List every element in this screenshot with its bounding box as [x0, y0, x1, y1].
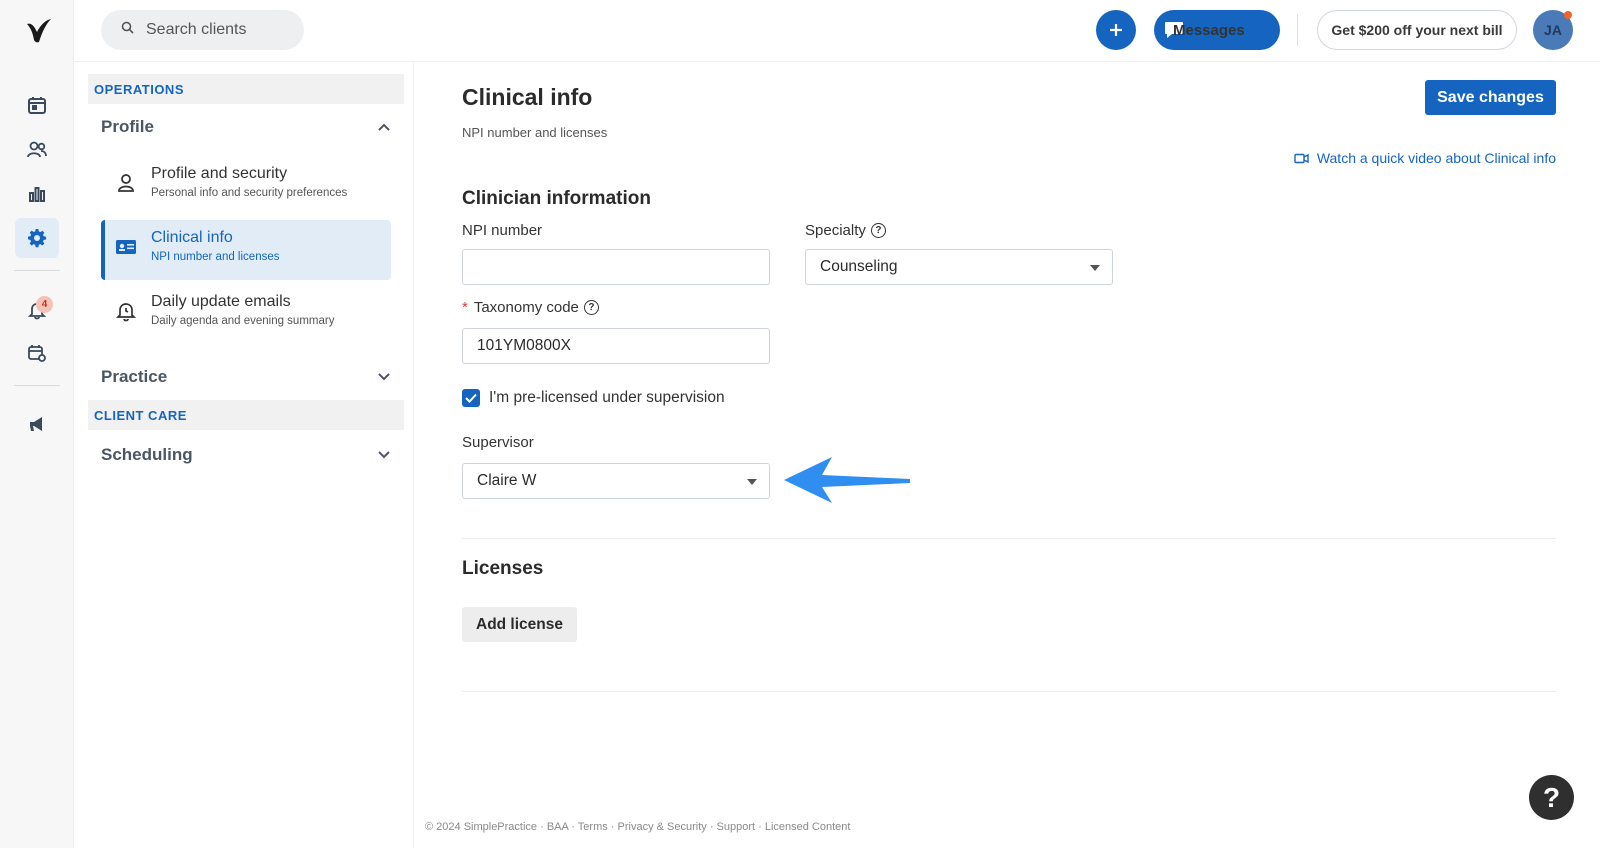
settings-gear-icon[interactable]	[15, 218, 59, 258]
sidebar-item-desc: Personal info and security preferences	[151, 187, 348, 199]
messages-button[interactable]: Messages	[1154, 10, 1280, 50]
watch-video-label: Watch a quick video about Clinical info	[1316, 150, 1556, 166]
save-changes-button[interactable]: Save changes	[1425, 80, 1556, 115]
sidebar-item-desc: NPI number and licenses	[151, 251, 280, 263]
main-content: Clinical info NPI number and licenses Sa…	[414, 62, 1600, 848]
sidebar-item-profile-and-security[interactable]: Profile and security Personal info and s…	[101, 156, 391, 216]
profile-group-label: Profile	[101, 117, 154, 136]
sidebar-item-desc: Daily agenda and evening summary	[151, 315, 335, 327]
watch-video-link[interactable]: Watch a quick video about Clinical info	[1294, 150, 1556, 166]
video-camera-icon	[1294, 153, 1309, 163]
plus-icon	[1110, 24, 1122, 36]
help-question-icon[interactable]: ?	[583, 300, 599, 315]
user-avatar[interactable]: JA	[1533, 10, 1573, 50]
notifications-bell-icon[interactable]	[15, 290, 59, 330]
megaphone-icon[interactable]	[15, 404, 59, 444]
profile-group-toggle[interactable]: Profile	[101, 114, 391, 140]
clients-icon[interactable]	[15, 130, 59, 170]
npi-number-label: NPI number	[462, 222, 543, 239]
supervisor-select[interactable]: Claire W	[462, 463, 770, 499]
promo-button[interactable]: Get $200 off your next bill	[1317, 10, 1517, 50]
sidebar-item-title: Daily update emails	[151, 293, 291, 310]
settings-sidebar: OPERATIONS Profile Profile and security …	[74, 62, 414, 848]
page-subtitle: NPI number and licenses	[462, 125, 608, 140]
scheduling-group-toggle[interactable]: Scheduling	[101, 442, 391, 468]
sidebar-item-title: Profile and security	[151, 165, 288, 182]
page-title: Clinical info	[462, 84, 593, 110]
messages-label: Messages	[1173, 21, 1245, 39]
taxonomy-code-field[interactable]: 101YM0800X	[462, 328, 770, 364]
sidebar-item-title: Clinical info	[151, 229, 233, 246]
client-care-section-header: CLIENT CARE	[88, 400, 404, 430]
required-asterisk: *	[462, 299, 468, 316]
scheduling-group-label: Scheduling	[101, 445, 193, 464]
annotation-arrow-icon	[782, 455, 912, 510]
person-icon	[115, 172, 137, 194]
status-dot	[1564, 11, 1572, 19]
chevron-down-icon	[378, 451, 390, 459]
notification-badge: 4	[36, 296, 53, 313]
add-new-button[interactable]	[1096, 10, 1136, 50]
bell-clock-icon	[115, 300, 137, 322]
supervisor-label: Supervisor	[462, 434, 534, 451]
rail-divider	[14, 385, 60, 386]
add-license-button[interactable]: Add license	[462, 607, 577, 642]
specialty-label: Specialty ?	[805, 222, 886, 239]
footer-links[interactable]: © 2024 SimplePractice · BAA · Terms · Pr…	[425, 821, 850, 833]
help-question-icon[interactable]: ?	[870, 223, 886, 238]
help-button[interactable]: ?	[1529, 775, 1574, 820]
simplepractice-logo-icon[interactable]	[24, 18, 54, 46]
section-divider	[462, 691, 1556, 692]
clinician-information-heading: Clinician information	[462, 188, 651, 209]
chevron-down-icon	[378, 373, 390, 381]
calendar-icon[interactable]	[15, 85, 59, 125]
search-icon	[121, 21, 134, 39]
search-input[interactable]	[146, 21, 296, 39]
pre-licensed-checkbox[interactable]	[462, 389, 480, 407]
specialty-select[interactable]: Counseling	[805, 249, 1113, 285]
question-mark-icon: ?	[1542, 781, 1561, 813]
operations-section-header: OPERATIONS	[88, 74, 404, 104]
chevron-up-icon	[378, 123, 390, 131]
licenses-heading: Licenses	[462, 558, 544, 579]
pre-licensed-label[interactable]: I'm pre-licensed under supervision	[489, 389, 725, 407]
header-divider	[1297, 14, 1298, 46]
practice-group-label: Practice	[101, 367, 168, 386]
calendar-settings-icon[interactable]	[15, 333, 59, 373]
search-bar[interactable]	[101, 10, 304, 50]
section-divider	[462, 538, 1556, 539]
avatar-initials: JA	[1544, 22, 1562, 38]
analytics-icon[interactable]	[15, 174, 59, 214]
sidebar-item-daily-update-emails[interactable]: Daily update emails Daily agenda and eve…	[101, 284, 391, 344]
npi-number-field[interactable]	[462, 249, 770, 285]
icon-rail: 4	[0, 0, 74, 848]
taxonomy-code-label: * Taxonomy code ?	[462, 299, 599, 316]
id-card-icon	[115, 236, 137, 258]
practice-group-toggle[interactable]: Practice	[101, 364, 391, 390]
rail-divider	[14, 270, 60, 271]
checkmark-icon	[465, 393, 477, 403]
sidebar-item-clinical-info[interactable]: Clinical info NPI number and licenses	[101, 220, 391, 280]
